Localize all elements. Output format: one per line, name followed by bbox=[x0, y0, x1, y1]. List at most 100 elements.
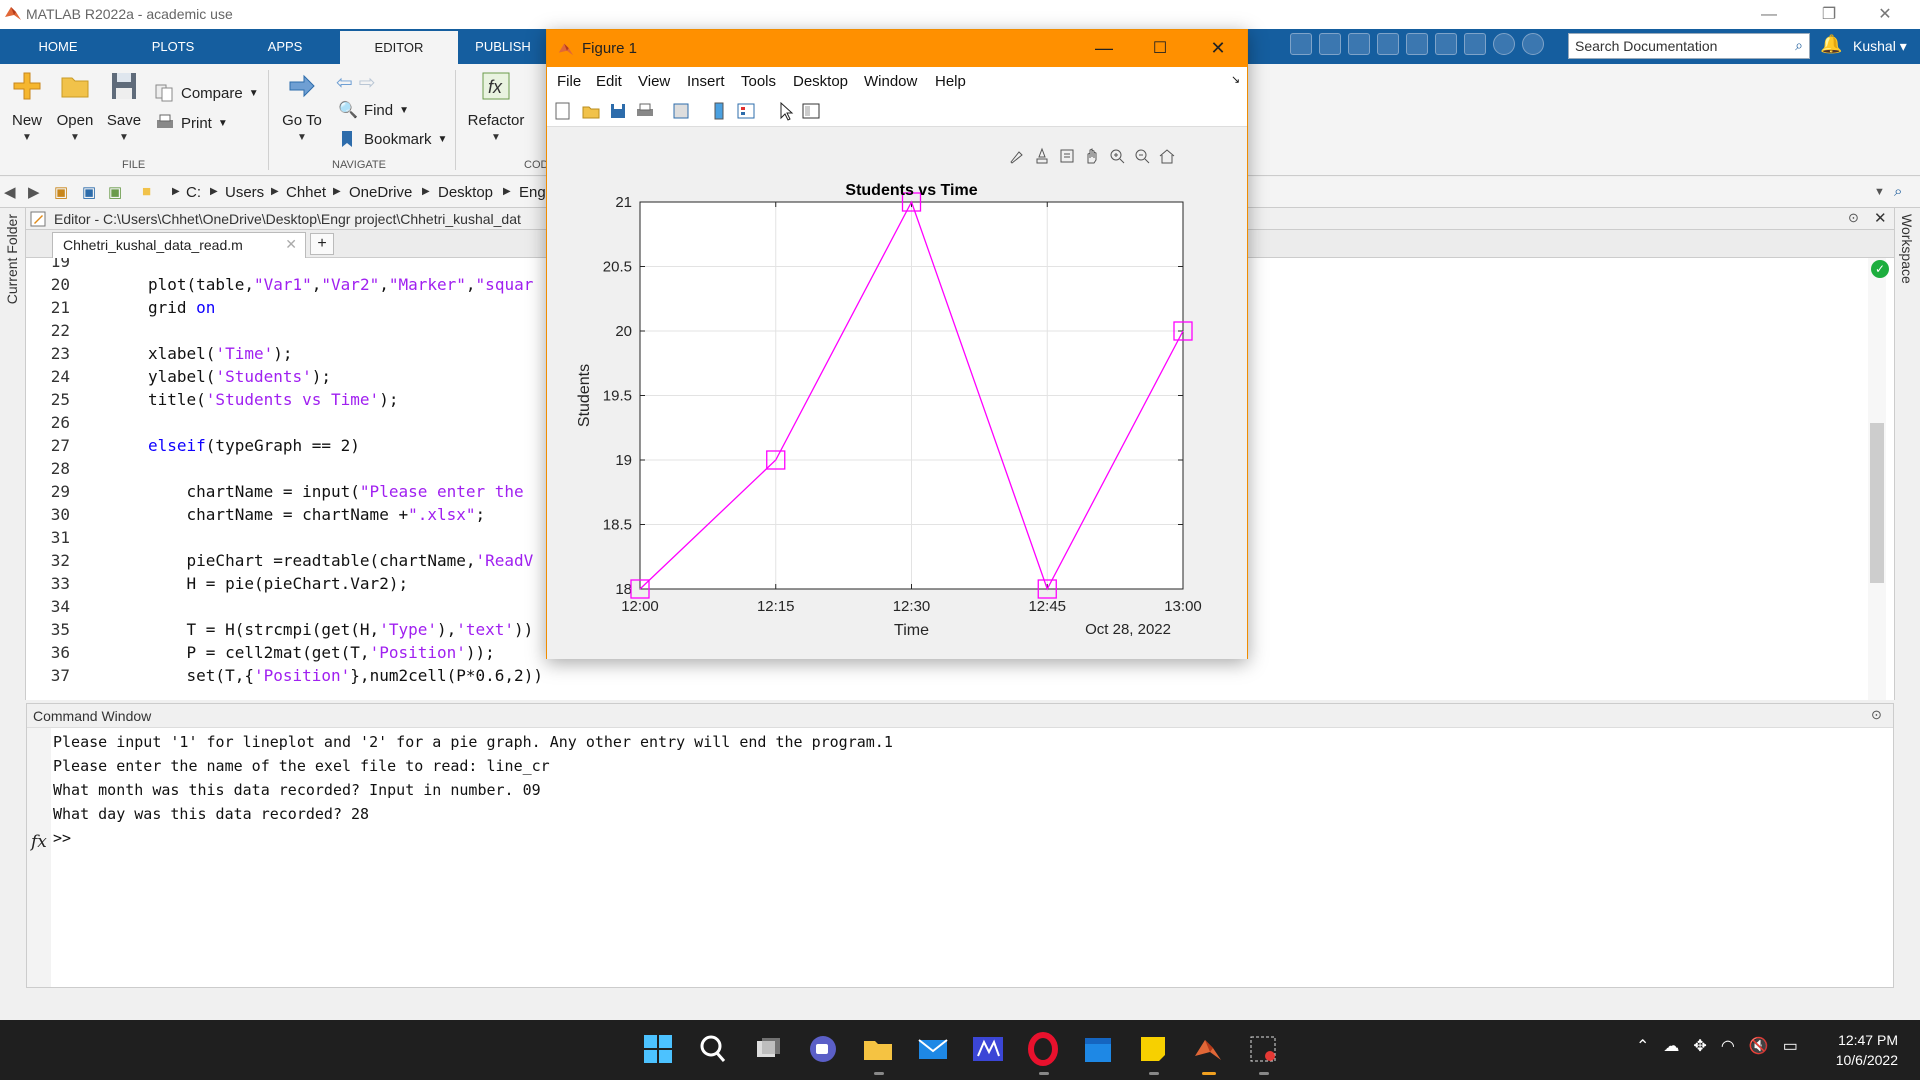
opera-browser-icon[interactable] bbox=[1026, 1032, 1060, 1066]
save-figure-icon[interactable] bbox=[608, 101, 628, 121]
calendar-icon[interactable] bbox=[1081, 1032, 1115, 1066]
search-icon[interactable]: ⌕ bbox=[1795, 37, 1803, 54]
print-figure-icon[interactable] bbox=[635, 101, 655, 121]
copy-icon[interactable] bbox=[1348, 33, 1370, 55]
brush-icon[interactable] bbox=[1008, 147, 1026, 165]
breadcrumb-c[interactable]: C: bbox=[186, 184, 201, 201]
tab-apps[interactable]: APPS bbox=[230, 29, 340, 64]
address-dropdown-icon[interactable]: ▼ bbox=[1874, 186, 1885, 198]
print-button[interactable]: Print ▼ bbox=[155, 114, 228, 132]
paste-icon[interactable] bbox=[1377, 33, 1399, 55]
property-inspector-icon[interactable] bbox=[801, 101, 821, 121]
help-icon[interactable] bbox=[1493, 33, 1515, 55]
refactor-button[interactable]: fx Refactor ▼ bbox=[466, 70, 526, 143]
dropbox-icon[interactable]: ✥ bbox=[1693, 1036, 1706, 1056]
rotate-icon[interactable] bbox=[1058, 147, 1076, 165]
forward-icon[interactable]: ▶ bbox=[28, 183, 40, 201]
fx-icon[interactable]: fx bbox=[31, 832, 47, 852]
menu-desktop[interactable]: Desktop bbox=[793, 73, 848, 90]
sticky-notes-icon[interactable] bbox=[1136, 1032, 1170, 1066]
menu-window[interactable]: Window bbox=[864, 73, 917, 90]
compare-button[interactable]: Compare ▼ bbox=[155, 84, 259, 102]
workspace-tab[interactable]: Workspace bbox=[1899, 214, 1915, 284]
code-analyzer-ok-icon[interactable]: ✓ bbox=[1871, 260, 1889, 278]
taskbar-search-icon[interactable] bbox=[696, 1032, 730, 1066]
find-button[interactable]: 🔍 Find ▼ bbox=[338, 100, 409, 120]
new-button[interactable]: New ▼ bbox=[10, 70, 44, 143]
insert-colorbar-icon[interactable] bbox=[709, 101, 729, 121]
file-explorer-icon[interactable] bbox=[861, 1032, 895, 1066]
restore-button[interactable]: ❐ bbox=[1806, 0, 1852, 29]
menu-edit[interactable]: Edit bbox=[596, 73, 622, 90]
home-restore-view-icon[interactable] bbox=[1158, 147, 1176, 165]
figure-minimize-button[interactable]: — bbox=[1076, 30, 1132, 67]
menu-file[interactable]: File bbox=[557, 73, 581, 90]
close-button[interactable]: ✕ bbox=[1862, 0, 1908, 29]
app-m-icon[interactable] bbox=[971, 1032, 1005, 1066]
teams-chat-icon[interactable] bbox=[806, 1032, 840, 1066]
taskbar-clock[interactable]: 12:47 PM 10/6/2022 bbox=[1822, 1030, 1898, 1070]
code-line[interactable]: 37 set(T,{'Position'},num2cell(P*0.6,2)) bbox=[26, 666, 1866, 689]
tab-editor[interactable]: EDITOR bbox=[340, 31, 458, 64]
battery-icon[interactable]: ▭ bbox=[1783, 1036, 1798, 1056]
line-chart[interactable]: 18 18.5 19 19.5 20 20.5 21 12:00 12:15 12:30 12:45… bbox=[547, 127, 1247, 659]
show-hidden-icons-icon[interactable]: ⌃ bbox=[1636, 1036, 1649, 1056]
undo-icon[interactable] bbox=[1406, 33, 1428, 55]
new-tab-button[interactable]: + bbox=[310, 233, 334, 255]
tab-home[interactable]: HOME bbox=[0, 29, 116, 64]
dock-figure-icon[interactable]: ↘ bbox=[1231, 73, 1240, 86]
switch-windows-icon[interactable] bbox=[1464, 33, 1486, 55]
breadcrumb-users[interactable]: Users bbox=[225, 184, 264, 201]
command-window[interactable]: Command Window ⊙ fx Please input '1' for… bbox=[26, 703, 1894, 988]
save-quick-icon[interactable] bbox=[1290, 33, 1312, 55]
tab-plots[interactable]: PLOTS bbox=[116, 29, 230, 64]
find-files-icon[interactable]: ▣ bbox=[108, 183, 122, 201]
up-folder-icon[interactable]: ▣ bbox=[54, 183, 68, 201]
matlab-taskbar-icon[interactable] bbox=[1191, 1032, 1225, 1066]
volume-muted-icon[interactable]: 🔇 bbox=[1749, 1036, 1769, 1056]
figure-maximize-button[interactable]: ☐ bbox=[1132, 30, 1188, 67]
menu-help[interactable]: Help bbox=[935, 73, 966, 90]
onedrive-icon[interactable]: ☁ bbox=[1663, 1036, 1679, 1056]
browse-folder-icon[interactable]: ▣ bbox=[82, 183, 96, 201]
mail-icon[interactable] bbox=[916, 1032, 950, 1066]
snipping-tool-icon[interactable] bbox=[1246, 1032, 1280, 1066]
insert-legend-icon[interactable] bbox=[736, 101, 756, 121]
forward-arrow-icon[interactable]: ⇨ bbox=[359, 70, 376, 95]
save-button[interactable]: Save ▼ bbox=[106, 70, 142, 143]
open-button[interactable]: Open ▼ bbox=[56, 70, 94, 143]
close-tab-icon[interactable]: ✕ bbox=[285, 236, 297, 253]
link-plot-icon[interactable] bbox=[671, 101, 691, 121]
datatip-icon[interactable] bbox=[1033, 147, 1051, 165]
user-menu[interactable]: Kushal ▾ bbox=[1853, 38, 1907, 55]
tab-chhetri-kushal-data-read[interactable]: Chhetri_kushal_data_read.m ✕ bbox=[52, 232, 306, 258]
wifi-icon[interactable]: ◠ bbox=[1721, 1036, 1735, 1056]
back-arrow-icon[interactable]: ⇦ bbox=[336, 70, 353, 95]
editor-scrollbar[interactable] bbox=[1868, 258, 1886, 700]
search-documentation-input[interactable]: Search Documentation ⌕ bbox=[1568, 33, 1810, 59]
editor-close-icon[interactable]: ✕ bbox=[1874, 209, 1887, 227]
redo-icon[interactable] bbox=[1435, 33, 1457, 55]
back-icon[interactable]: ◀ bbox=[4, 183, 16, 201]
breadcrumb-desktop[interactable]: Desktop bbox=[438, 184, 493, 201]
pointer-icon[interactable] bbox=[776, 101, 796, 121]
new-figure-icon[interactable] bbox=[553, 101, 573, 121]
goto-button[interactable]: Go To ▼ bbox=[280, 70, 324, 143]
windows-start-icon[interactable] bbox=[641, 1032, 675, 1066]
figure-close-button[interactable]: ✕ bbox=[1190, 30, 1246, 67]
zoom-out-icon[interactable] bbox=[1133, 147, 1151, 165]
address-search-icon[interactable]: ⌕ bbox=[1894, 183, 1902, 200]
editor-actions-icon[interactable]: ⊙ bbox=[1848, 210, 1859, 226]
menu-insert[interactable]: Insert bbox=[687, 73, 725, 90]
breadcrumb-onedrive[interactable]: OneDrive bbox=[349, 184, 412, 201]
command-window-actions-icon[interactable]: ⊙ bbox=[1871, 707, 1882, 723]
minimize-button[interactable]: — bbox=[1746, 0, 1792, 29]
back-forward-buttons[interactable]: ⇦ ⇨ bbox=[336, 70, 376, 95]
notification-bell-icon[interactable]: 🔔 bbox=[1820, 34, 1842, 55]
cut-icon[interactable] bbox=[1319, 33, 1341, 55]
community-icon[interactable] bbox=[1522, 33, 1544, 55]
command-prompt[interactable]: >> bbox=[53, 826, 893, 850]
breadcrumb-chhet[interactable]: Chhet bbox=[286, 184, 326, 201]
pan-hand-icon[interactable] bbox=[1083, 147, 1101, 165]
command-output[interactable]: Please input '1' for lineplot and '2' fo… bbox=[53, 730, 893, 850]
